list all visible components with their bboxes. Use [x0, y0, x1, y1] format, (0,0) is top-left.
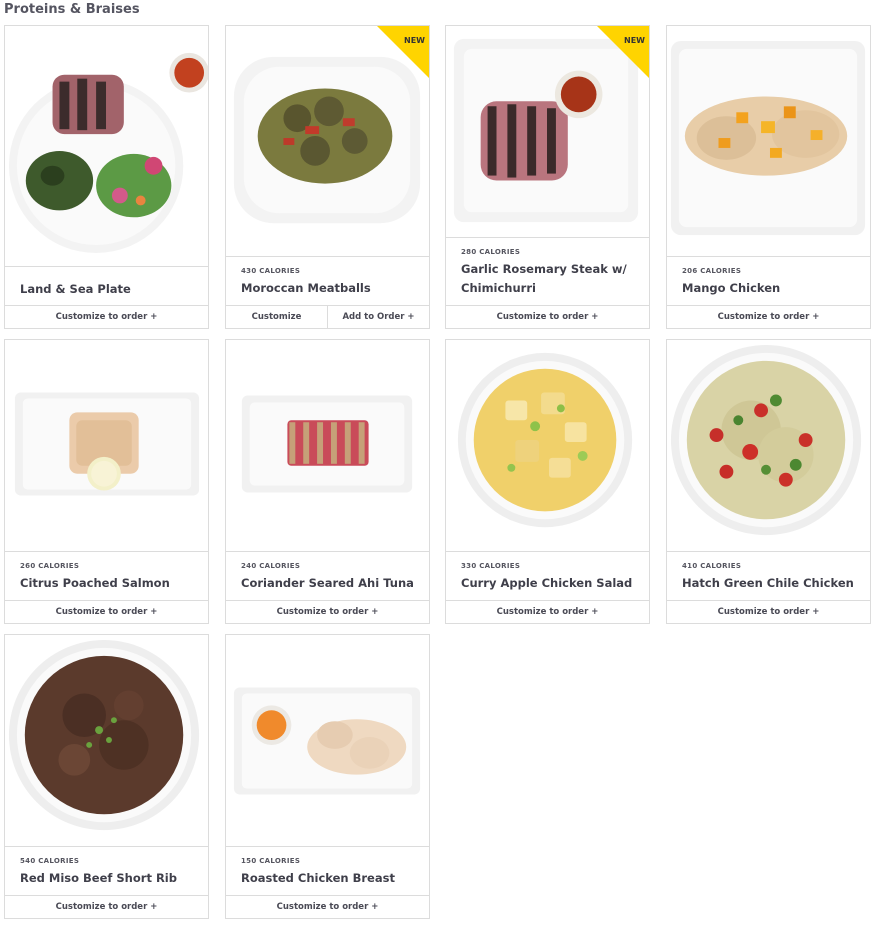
menu-card-hatch-green-chile-chicken[interactable]: 410 CALORIES Hatch Green Chile Chicken C… — [666, 339, 871, 624]
dish-name[interactable]: Red Miso Beef Short Rib — [20, 869, 198, 888]
new-badge-label: NEW — [624, 36, 645, 45]
card-actions: Customize to order + — [5, 305, 208, 328]
dish-image[interactable] — [667, 26, 870, 256]
card-actions: Customize to order + — [5, 895, 208, 918]
calories-label: 206 CALORIES — [682, 267, 742, 275]
card-actions: Customize to order + — [667, 600, 870, 623]
menu-card-coriander-seared-ahi-tuna[interactable]: 240 CALORIES Coriander Seared Ahi Tuna C… — [225, 339, 430, 624]
section-title: Proteins & Braises — [4, 2, 140, 17]
card-actions: Customize to order + — [446, 600, 649, 623]
calories-label: 240 CALORIES — [241, 562, 301, 570]
customize-to-order-button[interactable]: Customize to order + — [667, 601, 870, 623]
dish-name[interactable]: Land & Sea Plate — [20, 280, 198, 299]
dish-image[interactable] — [5, 26, 208, 266]
dish-name[interactable]: Mango Chicken — [682, 279, 860, 298]
dish-name[interactable]: Roasted Chicken Breast — [241, 869, 419, 888]
card-actions: Customize to order + — [5, 600, 208, 623]
card-actions: Customize to order + — [446, 305, 649, 328]
menu-card-red-miso-beef-short-rib[interactable]: 540 CALORIES Red Miso Beef Short Rib Cus… — [4, 634, 209, 919]
customize-to-order-button[interactable]: Customize to order + — [446, 306, 649, 328]
dish-name[interactable]: Coriander Seared Ahi Tuna — [241, 574, 419, 593]
card-actions: Customize to order + — [226, 895, 429, 918]
calories-label: 410 CALORIES — [682, 562, 742, 570]
customize-to-order-button[interactable]: Customize to order + — [667, 306, 870, 328]
card-actions: Customize to order + — [667, 305, 870, 328]
new-badge-label: NEW — [404, 36, 425, 45]
roasted-chicken-breast-photo — [233, 687, 421, 795]
add-to-order-button[interactable]: Add to Order + — [327, 306, 429, 328]
calories-label: 330 CALORIES — [461, 562, 521, 570]
dish-image[interactable] — [226, 340, 429, 551]
calories-label: 540 CALORIES — [20, 857, 80, 865]
calories-label: 280 CALORIES — [461, 248, 521, 256]
dish-image[interactable] — [446, 340, 649, 551]
new-badge — [597, 26, 649, 78]
dish-image[interactable] — [5, 340, 208, 551]
dish-name[interactable]: Garlic Rosemary Steak w/ Chimichurri — [461, 260, 639, 298]
dish-image[interactable] — [667, 340, 870, 551]
dish-name[interactable]: Hatch Green Chile Chicken — [682, 574, 860, 593]
customize-to-order-button[interactable]: Customize to order + — [5, 306, 208, 328]
customize-button[interactable]: Customize — [226, 306, 327, 328]
calories-label: 430 CALORIES — [241, 267, 301, 275]
calories-label: 260 CALORIES — [20, 562, 80, 570]
customize-to-order-button[interactable]: Customize to order + — [5, 896, 208, 918]
hatch-green-chile-chicken-photo — [670, 344, 862, 536]
dish-name[interactable]: Curry Apple Chicken Salad — [461, 574, 639, 593]
dish-image[interactable] — [5, 635, 208, 846]
card-actions: Customize to order + — [226, 600, 429, 623]
card-actions: Customize Add to Order + — [226, 305, 429, 328]
menu-card-land-sea-plate[interactable]: Land & Sea Plate Customize to order + — [4, 25, 209, 329]
customize-to-order-button[interactable]: Customize to order + — [226, 601, 429, 623]
new-badge — [377, 26, 429, 78]
menu-card-curry-apple-chicken-salad[interactable]: 330 CALORIES Curry Apple Chicken Salad C… — [445, 339, 650, 624]
dish-image[interactable] — [226, 635, 429, 846]
dish-name[interactable]: Citrus Poached Salmon — [20, 574, 198, 593]
menu-card-citrus-poached-salmon[interactable]: 260 CALORIES Citrus Poached Salmon Custo… — [4, 339, 209, 624]
menu-card-mango-chicken[interactable]: 206 CALORIES Mango Chicken Customize to … — [666, 25, 871, 329]
land-sea-plate-photo — [8, 52, 208, 253]
mango-chicken-photo — [670, 40, 866, 236]
curry-apple-chicken-salad-photo — [457, 352, 633, 528]
red-miso-beef-short-rib-photo — [8, 639, 200, 831]
menu-card-roasted-chicken-breast[interactable]: 150 CALORIES Roasted Chicken Breast Cust… — [225, 634, 430, 919]
dish-name[interactable]: Moroccan Meatballs — [241, 279, 419, 298]
calories-label: 150 CALORIES — [241, 857, 301, 865]
customize-to-order-button[interactable]: Customize to order + — [446, 601, 649, 623]
dish-image[interactable]: NEW — [446, 26, 649, 237]
citrus-poached-salmon-photo — [14, 392, 200, 496]
customize-to-order-button[interactable]: Customize to order + — [226, 896, 429, 918]
dish-image[interactable]: NEW — [226, 26, 429, 256]
menu-card-moroccan-meatballs[interactable]: NEW 430 CALORIES Moroccan Meatballs Cust… — [225, 25, 430, 329]
coriander-seared-ahi-tuna-photo — [241, 395, 413, 493]
menu-card-garlic-rosemary-steak[interactable]: NEW 280 CALORIES Garlic Rosemary Steak w… — [445, 25, 650, 329]
customize-to-order-button[interactable]: Customize to order + — [5, 601, 208, 623]
